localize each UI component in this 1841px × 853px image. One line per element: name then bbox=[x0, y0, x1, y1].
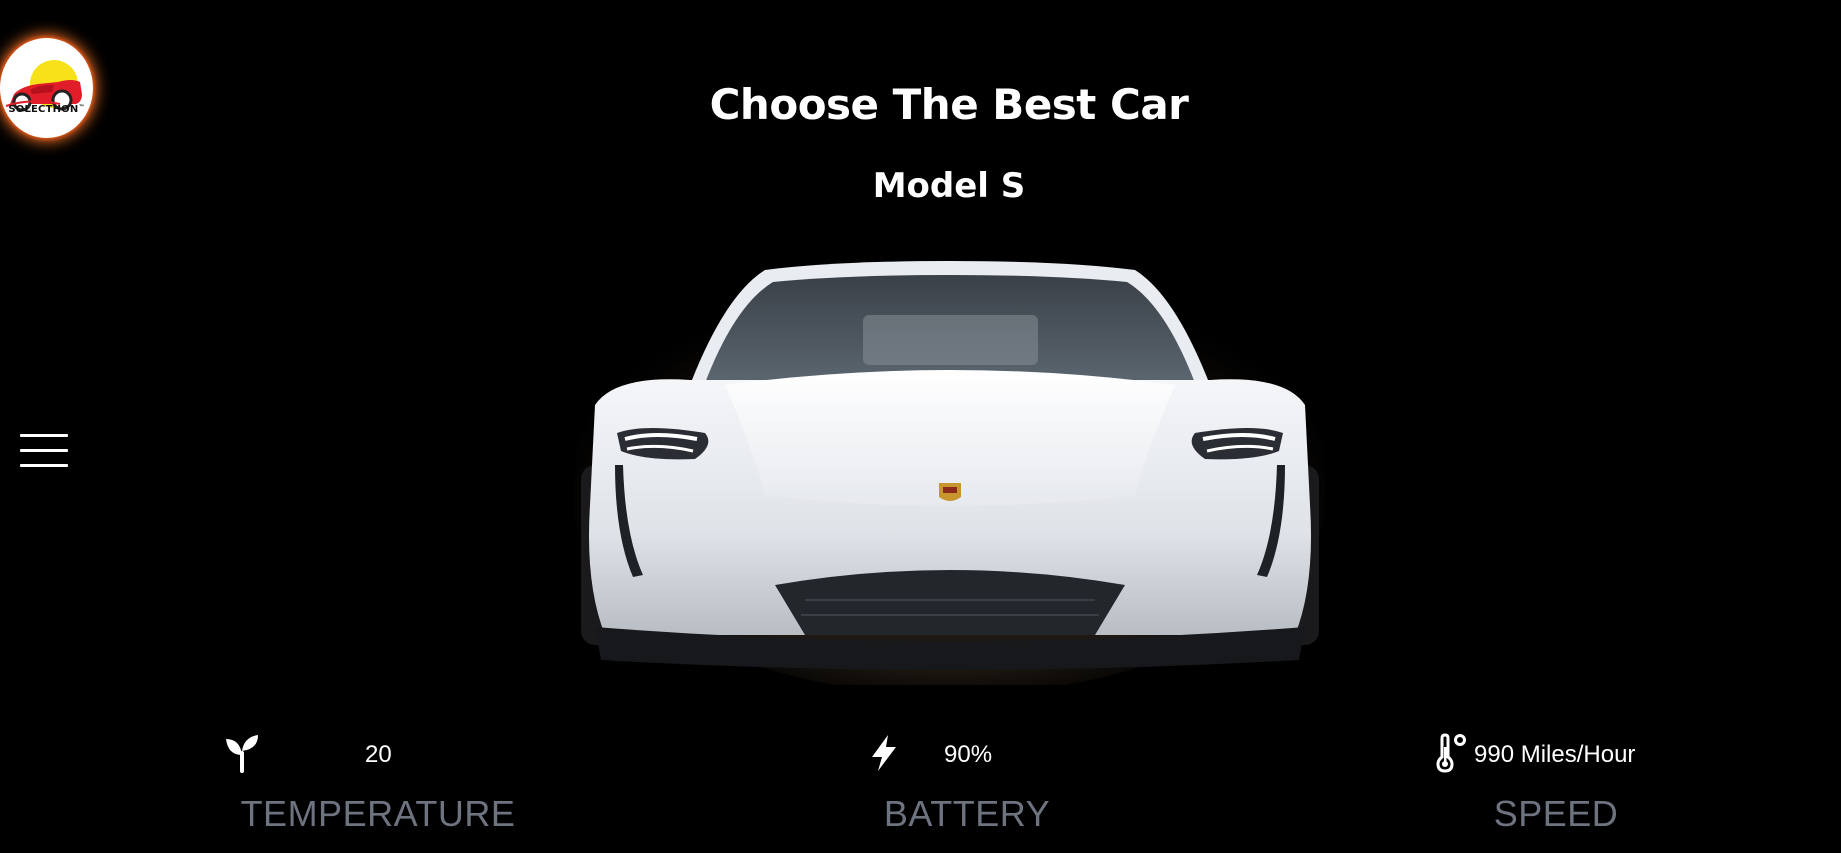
sprout-icon bbox=[222, 733, 262, 773]
menu-line bbox=[20, 449, 68, 452]
menu-line bbox=[20, 464, 68, 467]
speed-value: 990 Miles/Hour bbox=[1474, 741, 1636, 768]
menu-line bbox=[20, 434, 68, 437]
hamburger-menu-button[interactable] bbox=[20, 434, 70, 474]
car-front-image bbox=[570, 261, 1330, 695]
car-image bbox=[570, 255, 1330, 695]
temperature-label: TEMPERATURE bbox=[240, 793, 516, 834]
bolt-icon bbox=[864, 733, 904, 773]
car-model-name: Model S bbox=[872, 166, 1026, 206]
speed-label: SPEED bbox=[1493, 793, 1619, 834]
battery-value: 90% bbox=[944, 741, 993, 768]
thermometer-degree-icon bbox=[1432, 733, 1472, 773]
temperature-value: 20 bbox=[365, 741, 392, 768]
page-title: Choose The Best Car bbox=[709, 80, 1189, 129]
battery-label: BATTERY bbox=[883, 793, 1051, 834]
page: SOLECTHON™ Choose The Best Car Model S 2… bbox=[0, 0, 1841, 853]
